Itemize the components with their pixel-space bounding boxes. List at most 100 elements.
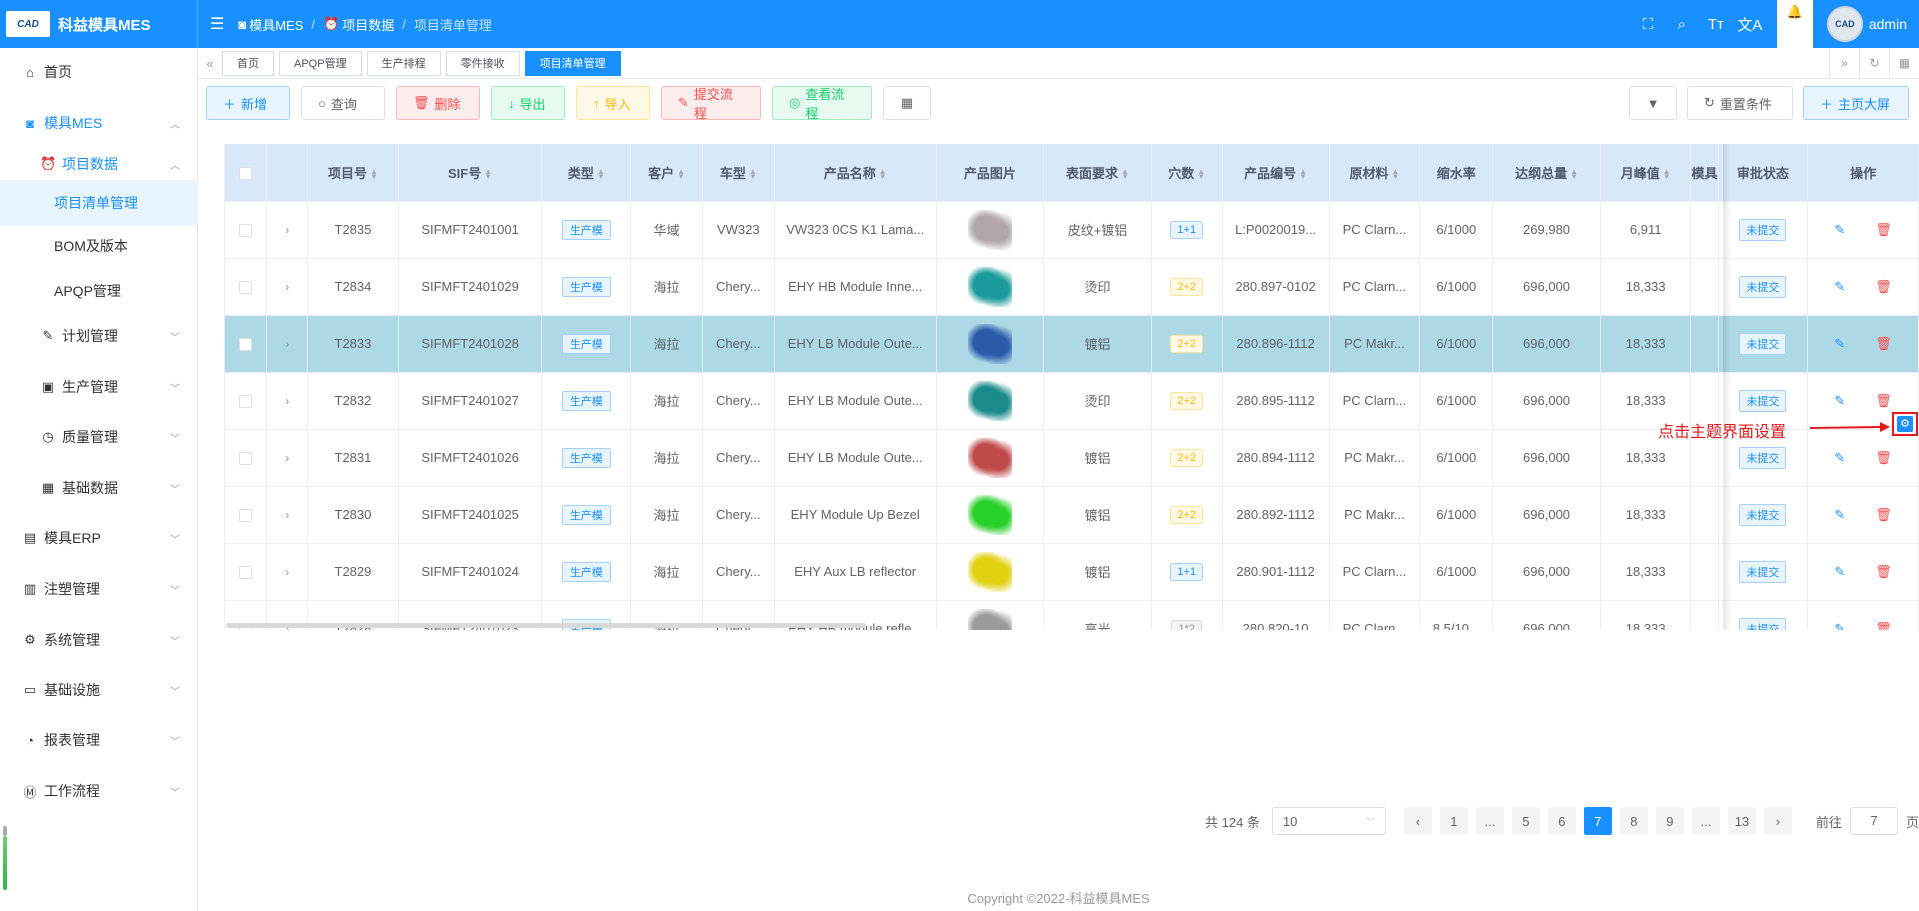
sidebar-item-project-list[interactable]: 项目清单管理 bbox=[0, 180, 198, 226]
page-size-select[interactable]: 10 ﹀ bbox=[1271, 807, 1386, 835]
page-number-button[interactable]: 13 bbox=[1727, 807, 1756, 835]
select-all-checkbox[interactable] bbox=[239, 166, 253, 180]
next-page-button[interactable]: › bbox=[1763, 807, 1792, 835]
prev-page-button[interactable]: ‹ bbox=[1403, 807, 1432, 835]
sidebar-item-plan[interactable]: ✎ 计划管理 ﹀ bbox=[0, 313, 198, 359]
trash-icon[interactable]: 🗑 bbox=[1875, 450, 1892, 465]
sidebar-item-workflow[interactable]: Ⓜ 工作流程 ﹀ bbox=[0, 768, 198, 814]
edit-icon[interactable]: ✎ bbox=[1834, 336, 1845, 351]
product-image[interactable] bbox=[967, 608, 1012, 630]
tag-schedule[interactable]: 生产排程 bbox=[366, 50, 441, 76]
row-checkbox[interactable] bbox=[239, 395, 253, 409]
row-checkbox[interactable] bbox=[239, 281, 253, 295]
text-size-icon[interactable]: Tт bbox=[1699, 16, 1733, 33]
add-button[interactable]: ＋新增 bbox=[206, 86, 290, 120]
product-image[interactable] bbox=[967, 494, 1012, 535]
col-header-product-name[interactable]: 产品名称 ▲ ▼ bbox=[774, 144, 937, 202]
edit-icon[interactable]: ✎ bbox=[1834, 393, 1845, 408]
home-screen-button[interactable]: ＋主页大屏 bbox=[1803, 86, 1909, 120]
trash-icon[interactable]: 🗑 bbox=[1875, 336, 1892, 351]
edit-icon[interactable]: ✎ bbox=[1834, 279, 1845, 294]
page-number-button[interactable]: 1 bbox=[1439, 807, 1468, 835]
col-header-peak[interactable]: 月峰值 ▲ ▼ bbox=[1600, 144, 1692, 202]
col-header-material[interactable]: 原材料 ▲ ▼ bbox=[1329, 144, 1421, 202]
reset-button[interactable]: ↻ 重置条件 bbox=[1687, 86, 1793, 120]
expand-row-icon[interactable]: › bbox=[285, 280, 289, 294]
sort-icon[interactable]: ▲ ▼ bbox=[1391, 168, 1399, 181]
expand-row-icon[interactable]: › bbox=[285, 508, 289, 522]
hamburger-icon[interactable]: ☰ bbox=[210, 14, 224, 34]
sidebar-item-apqp[interactable]: APQP管理 bbox=[0, 268, 198, 314]
sort-icon[interactable]: ▲ ▼ bbox=[1299, 168, 1307, 181]
sidebar-item-erp[interactable]: ▤ 模具ERP ﹀ bbox=[0, 515, 198, 561]
col-header-customer[interactable]: 客户 ▲ ▼ bbox=[630, 144, 703, 202]
sidebar-item-production[interactable]: ▣ 生产管理 ﹀ bbox=[0, 364, 198, 410]
table-row[interactable]: › T2833 SIFMFT2401028 生产模 海拉 Chery... EHY LB M… bbox=[225, 315, 1919, 373]
sort-icon[interactable]: ▲ ▼ bbox=[1121, 168, 1129, 181]
sort-icon[interactable]: ▲ ▼ bbox=[749, 168, 757, 181]
goto-page-input[interactable]: 7 bbox=[1849, 807, 1898, 835]
sort-icon[interactable]: ▲ ▼ bbox=[1570, 168, 1578, 181]
col-header-total[interactable]: 达纲总量 ▲ ▼ bbox=[1492, 144, 1601, 202]
table-row[interactable]: › T2835 SIFMFT2401001 生产模 华域 VW323 VW323 0CS K… bbox=[225, 201, 1919, 259]
col-header-cavity[interactable]: 穴数 ▲ ▼ bbox=[1151, 144, 1223, 202]
trash-icon[interactable]: 🗑 bbox=[1875, 621, 1892, 631]
col-header-product-no[interactable]: 产品编号 ▲ ▼ bbox=[1222, 144, 1330, 202]
table-row[interactable]: › T2830 SIFMFT2401025 生产模 海拉 Chery... EHY Modu… bbox=[225, 486, 1919, 544]
column-settings-button[interactable]: ▦ bbox=[883, 86, 931, 120]
search-icon[interactable]: ⌕ bbox=[1665, 16, 1699, 33]
sidebar-item-system[interactable]: ⚙ 系统管理 ﹀ bbox=[0, 617, 198, 663]
sort-icon[interactable]: ▲ ▼ bbox=[370, 168, 378, 181]
sort-icon[interactable]: ▲ ▼ bbox=[597, 168, 605, 181]
row-checkbox[interactable] bbox=[239, 509, 253, 523]
trash-icon[interactable]: 🗑 bbox=[1875, 279, 1892, 294]
edit-icon[interactable]: ✎ bbox=[1834, 621, 1845, 631]
product-image[interactable] bbox=[967, 209, 1012, 250]
submit-flow-button[interactable]: ✎ 提交流程 bbox=[661, 86, 761, 121]
refresh-icon[interactable]: ↻ bbox=[1859, 48, 1889, 79]
tag-home[interactable]: 首页 bbox=[222, 50, 274, 76]
col-header-sif[interactable]: SIF号 ▲ ▼ bbox=[398, 144, 543, 202]
table-row[interactable]: › T2829 SIFMFT2401024 生产模 海拉 Chery... EHY Aux … bbox=[225, 543, 1919, 601]
scrollbar-thumb[interactable] bbox=[3, 836, 7, 890]
edit-icon[interactable]: ✎ bbox=[1834, 222, 1845, 237]
trash-icon[interactable]: 🗑 bbox=[1875, 507, 1892, 522]
sidebar-item-bom[interactable]: BOM及版本 bbox=[0, 223, 198, 269]
sidebar-item-home[interactable]: ⌂ 首页 bbox=[0, 49, 198, 95]
col-header-project-no[interactable]: 项目号 ▲ ▼ bbox=[307, 144, 399, 202]
tags-prev-icon[interactable]: « bbox=[198, 56, 222, 71]
translate-icon[interactable]: 文A bbox=[1733, 14, 1767, 35]
logo-area[interactable]: CAD 科益模具MES bbox=[0, 0, 198, 48]
theme-settings-button[interactable]: ⚙ bbox=[1892, 412, 1918, 436]
bell-icon[interactable]: 🔔 bbox=[1776, 0, 1813, 48]
edit-icon[interactable]: ✎ bbox=[1834, 564, 1845, 579]
product-image[interactable] bbox=[967, 266, 1012, 307]
tag-apqp[interactable]: APQP管理 bbox=[279, 50, 362, 76]
page-ellipsis[interactable]: ... bbox=[1691, 807, 1720, 835]
sidebar-item-infra[interactable]: ▭ 基础设施 ﹀ bbox=[0, 667, 198, 713]
sidebar-item-reports[interactable]: ◔ 报表管理 ﹀ bbox=[0, 717, 198, 763]
user-menu[interactable]: CAD admin bbox=[1813, 6, 1919, 42]
tags-next-icon[interactable]: » bbox=[1829, 48, 1859, 79]
col-header-surface[interactable]: 表面要求 ▲ ▼ bbox=[1043, 144, 1152, 202]
breadcrumb-item-project-data[interactable]: ⏰ 项目数据 bbox=[323, 15, 394, 34]
expand-row-icon[interactable]: › bbox=[285, 223, 289, 237]
sort-icon[interactable]: ▲ ▼ bbox=[1663, 168, 1671, 181]
edit-icon[interactable]: ✎ bbox=[1834, 450, 1845, 465]
trash-icon[interactable]: 🗑 bbox=[1875, 222, 1892, 237]
sort-icon[interactable]: ▲ ▼ bbox=[677, 168, 685, 181]
product-image[interactable] bbox=[967, 551, 1012, 592]
expand-row-icon[interactable]: › bbox=[285, 451, 289, 465]
col-header-type[interactable]: 类型 ▲ ▼ bbox=[541, 144, 632, 202]
page-number-button[interactable]: 9 bbox=[1655, 807, 1684, 835]
tag-project-list[interactable]: 项目清单管理 bbox=[524, 50, 621, 76]
trash-icon[interactable]: 🗑 bbox=[1875, 564, 1892, 579]
row-checkbox[interactable] bbox=[239, 338, 253, 352]
horizontal-scrollbar[interactable] bbox=[226, 623, 866, 628]
product-image[interactable] bbox=[967, 323, 1012, 364]
page-number-button[interactable]: 7 bbox=[1583, 807, 1612, 835]
edit-icon[interactable]: ✎ bbox=[1834, 507, 1845, 522]
sidebar-item-mes[interactable]: ◙ 模具MES ︿ bbox=[0, 100, 198, 146]
breadcrumb-item-mes[interactable]: ◙ 模具MES bbox=[238, 15, 303, 34]
page-number-button[interactable]: 8 bbox=[1619, 807, 1648, 835]
